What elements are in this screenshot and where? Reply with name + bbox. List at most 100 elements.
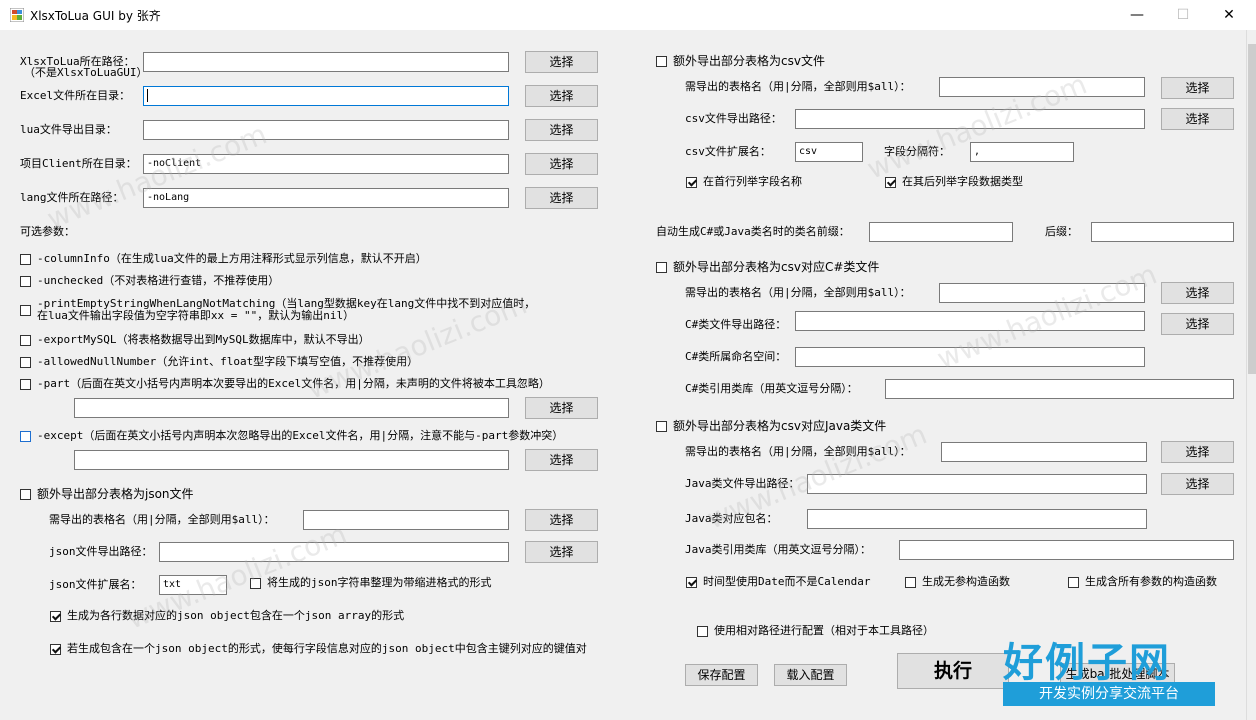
csv-tables-input[interactable] [939, 77, 1145, 97]
java-allarg-checkbox[interactable] [1068, 577, 1079, 588]
client-dir-input[interactable]: -noClient [143, 154, 509, 174]
client-dir-label: 项目Client所在目录： [20, 157, 137, 170]
java-package-input[interactable] [807, 509, 1147, 529]
choose-json-dir-button[interactable]: 选择 [525, 541, 598, 563]
json-ext-label: json文件扩展名： [49, 578, 142, 591]
json-tables-label: 需导出的表格名（用|分隔，全部则用$all）： [49, 513, 275, 526]
logo-subtitle: 开发实例分享交流平台 [1003, 682, 1215, 706]
print-empty-label-line2: 在lua文件输出字段值为空字符串即xx = ""，默认为输出nil） [37, 309, 355, 322]
minimize-button[interactable]: — [1114, 0, 1160, 30]
json-export-checkbox[interactable] [20, 489, 31, 500]
print-empty-checkbox[interactable] [20, 305, 31, 316]
choose-csv-tables-button[interactable]: 选择 [1161, 77, 1234, 99]
cs-tables-label: 需导出的表格名（用|分隔，全部则用$all）： [685, 286, 911, 299]
csv-dir-input[interactable] [795, 109, 1145, 129]
java-tables-input[interactable] [941, 442, 1147, 462]
export-mysql-checkbox[interactable] [20, 335, 31, 346]
choose-java-dir-button[interactable]: 选择 [1161, 473, 1234, 495]
logo-title: 好例子网 [1003, 640, 1171, 686]
java-package-label: Java类对应包名： [685, 512, 778, 525]
json-indent-checkbox[interactable] [250, 578, 261, 589]
cs-namespace-label: C#类所属命名空间： [685, 350, 787, 363]
choose-xlsx-path-button[interactable]: 选择 [525, 51, 598, 73]
unchecked-checkbox[interactable] [20, 276, 31, 287]
csv-type-row-checkbox[interactable] [885, 177, 896, 188]
csv-ext-label: csv文件扩展名： [685, 145, 771, 158]
csv-sep-input[interactable]: , [970, 142, 1074, 162]
json-export-label: 额外导出部分表格为json文件 [37, 487, 194, 501]
cs-dir-input[interactable] [795, 311, 1145, 331]
lang-path-input[interactable]: -noLang [143, 188, 509, 208]
part-checkbox[interactable] [20, 379, 31, 390]
csv-type-row-label: 在其后列举字段数据类型 [902, 175, 1023, 188]
choose-lua-dir-button[interactable]: 选择 [525, 119, 598, 141]
relative-path-checkbox[interactable] [697, 626, 708, 637]
cs-namespace-input[interactable] [795, 347, 1145, 367]
except-label: -except（后面在英文小括号内声明本次忽略导出的Excel文件名，用|分隔，… [37, 429, 564, 442]
json-array-checkbox[interactable] [50, 611, 61, 622]
unchecked-label: -unchecked（不对表格进行查错，不推荐使用） [37, 274, 280, 287]
java-date-label: 时间型使用Date而不是Calendar [703, 575, 871, 588]
choose-excel-dir-button[interactable]: 选择 [525, 85, 598, 107]
java-import-input[interactable] [899, 540, 1234, 560]
execute-button[interactable]: 执行 [897, 653, 1009, 689]
choose-client-dir-button[interactable]: 选择 [525, 153, 598, 175]
java-dir-label: Java类文件导出路径： [685, 477, 800, 490]
xlsx-path-input[interactable] [143, 52, 509, 72]
choose-cs-dir-button[interactable]: 选择 [1161, 313, 1234, 335]
allowed-null-checkbox[interactable] [20, 357, 31, 368]
java-noarg-checkbox[interactable] [905, 577, 916, 588]
cs-export-checkbox[interactable] [656, 262, 667, 273]
json-dir-input[interactable] [159, 542, 509, 562]
load-config-button[interactable]: 载入配置 [774, 664, 847, 686]
site-logo: 好例子网 开发实例分享交流平台 [1003, 630, 1215, 710]
json-object-checkbox[interactable] [50, 644, 61, 655]
choose-csv-dir-button[interactable]: 选择 [1161, 108, 1234, 130]
columninfo-label: -columnInfo（在生成lua文件的最上方用注释形式显示列信息，默认不开启… [37, 252, 427, 265]
choose-lang-path-button[interactable]: 选择 [525, 187, 598, 209]
scrollbar-thumb[interactable] [1248, 44, 1256, 374]
choose-except-button[interactable]: 选择 [525, 449, 598, 471]
java-allarg-label: 生成含所有参数的构造函数 [1085, 575, 1217, 588]
cs-dir-label: C#类文件导出路径： [685, 318, 787, 331]
xlsx-path-note: （不是XlsxToLuaGUI） [24, 66, 148, 79]
part-input[interactable] [74, 398, 509, 418]
save-config-button[interactable]: 保存配置 [685, 664, 758, 686]
csv-first-row-checkbox[interactable] [686, 177, 697, 188]
excel-dir-label: Excel文件所在目录： [20, 89, 131, 102]
except-input[interactable] [74, 450, 509, 470]
title-bar: XlsxToLua GUI by 张齐 — ☐ ✕ [0, 0, 1256, 30]
class-suffix-input[interactable] [1091, 222, 1234, 242]
csv-ext-input[interactable]: csv [795, 142, 863, 162]
json-ext-input[interactable]: txt [159, 575, 227, 595]
close-button[interactable]: ✕ [1206, 0, 1252, 30]
relative-path-label: 使用相对路径进行配置（相对于本工具路径） [714, 624, 934, 637]
java-export-label: 额外导出部分表格为csv对应Java类文件 [673, 419, 887, 433]
csv-tables-label: 需导出的表格名（用|分隔，全部则用$all）： [685, 80, 911, 93]
vertical-scrollbar[interactable] [1246, 30, 1256, 720]
choose-json-tables-button[interactable]: 选择 [525, 509, 598, 531]
excel-dir-input[interactable] [143, 86, 509, 106]
csv-export-label: 额外导出部分表格为csv文件 [673, 54, 825, 68]
class-prefix-label: 自动生成C#或Java类名时的类名前缀： [656, 225, 850, 238]
java-import-label: Java类引用类库（用英文逗号分隔）： [685, 543, 871, 556]
csv-sep-label: 字段分隔符： [884, 145, 950, 158]
java-dir-input[interactable] [807, 474, 1147, 494]
choose-java-tables-button[interactable]: 选择 [1161, 441, 1234, 463]
columninfo-checkbox[interactable] [20, 254, 31, 265]
app-icon [10, 8, 24, 22]
choose-cs-tables-button[interactable]: 选择 [1161, 282, 1234, 304]
class-suffix-label: 后缀： [1045, 225, 1078, 238]
csv-export-checkbox[interactable] [656, 56, 667, 67]
java-export-checkbox[interactable] [656, 421, 667, 432]
cs-using-input[interactable] [885, 379, 1234, 399]
maximize-button[interactable]: ☐ [1160, 0, 1206, 30]
csv-dir-label: csv文件导出路径： [685, 112, 782, 125]
choose-part-button[interactable]: 选择 [525, 397, 598, 419]
class-prefix-input[interactable] [869, 222, 1013, 242]
lua-dir-input[interactable] [143, 120, 509, 140]
cs-tables-input[interactable] [939, 283, 1145, 303]
except-checkbox[interactable] [20, 431, 31, 442]
json-tables-input[interactable] [303, 510, 509, 530]
java-date-checkbox[interactable] [686, 577, 697, 588]
